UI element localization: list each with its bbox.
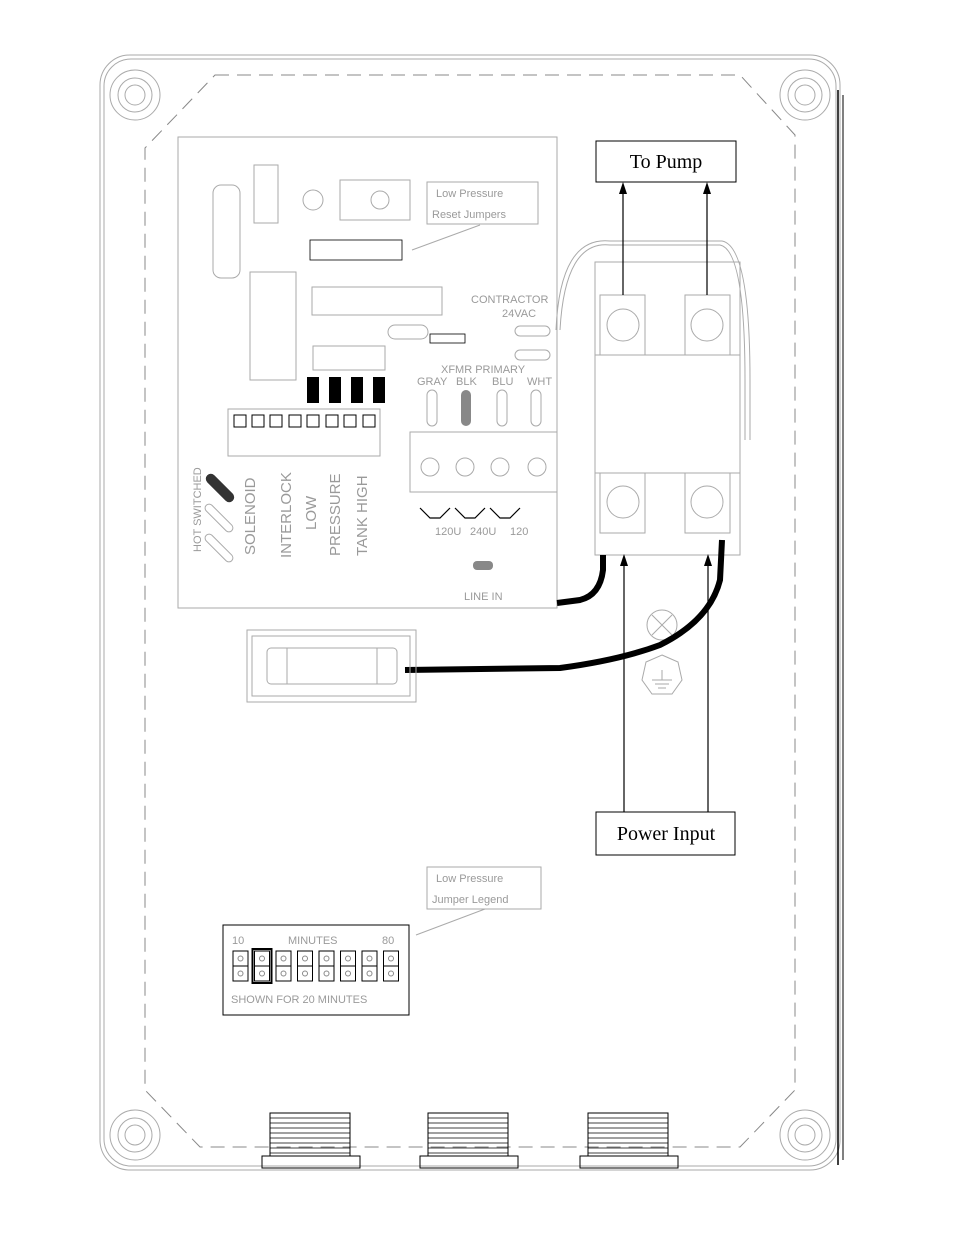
jumper-position bbox=[275, 950, 292, 982]
corner-boss bbox=[109, 69, 831, 1161]
wire-wht: WHT bbox=[527, 376, 552, 388]
power-input-label: Power Input bbox=[617, 823, 716, 845]
jumper-position bbox=[340, 950, 356, 982]
cable-gland bbox=[579, 1112, 679, 1169]
legend-title: MINUTES bbox=[288, 935, 338, 947]
note-line: Reset Jumpers bbox=[432, 209, 506, 221]
contactor bbox=[555, 240, 751, 556]
voltage-120: 120 bbox=[510, 526, 528, 538]
line-in-label: LINE IN bbox=[464, 591, 503, 603]
contactor-voltage: 24VAC bbox=[502, 308, 536, 320]
label-hot-switched: HOT SWITCHED bbox=[192, 467, 204, 552]
jumper-grid bbox=[232, 948, 399, 984]
enclosure bbox=[99, 54, 844, 1171]
jumper-position bbox=[251, 948, 273, 984]
to-pump-callout: To Pump bbox=[595, 140, 737, 295]
label-low: LOW bbox=[303, 495, 320, 530]
jumper-position bbox=[318, 950, 335, 982]
wire-gray: GRAY bbox=[417, 376, 448, 388]
resistors bbox=[307, 377, 385, 403]
wire-blk: BLK bbox=[456, 376, 477, 388]
label-tank-high: TANK HIGH bbox=[354, 475, 371, 556]
terminal-squares bbox=[233, 414, 376, 428]
jumper-position bbox=[383, 950, 399, 982]
wiring-diagram: Low Pressure Reset Jumpers CONTRACTOR 24… bbox=[99, 54, 844, 1171]
wire-blu: BLU bbox=[492, 376, 513, 388]
xfmr-label: XFMR PRIMARY bbox=[441, 364, 526, 376]
label-pressure: PRESSURE bbox=[327, 473, 344, 556]
legend-max: 80 bbox=[382, 935, 394, 947]
voltage-120u: 120U bbox=[435, 526, 461, 538]
jumper-legend: Low Pressure Jumper Legend 10 MINUTES 80… bbox=[222, 866, 542, 1016]
cable-gland bbox=[261, 1112, 361, 1169]
note-line: Low Pressure bbox=[436, 188, 503, 200]
label-interlock: INTERLOCK bbox=[278, 472, 295, 558]
legend-note-line: Low Pressure bbox=[436, 873, 503, 885]
fuse-holder bbox=[246, 629, 417, 703]
contactor-label: CONTRACTOR bbox=[471, 294, 548, 306]
cable-gland bbox=[419, 1112, 519, 1169]
jumper-position bbox=[232, 950, 249, 982]
legend-note-line: Jumper Legend bbox=[432, 894, 508, 906]
legend-min: 10 bbox=[232, 935, 244, 947]
jumper-position bbox=[361, 950, 378, 982]
cable-glands bbox=[261, 1112, 679, 1169]
voltage-240u: 240U bbox=[470, 526, 496, 538]
label-solenoid: SOLENOID bbox=[242, 477, 259, 555]
reset-jumpers-note: Low Pressure Reset Jumpers bbox=[411, 181, 539, 251]
to-pump-label: To Pump bbox=[630, 151, 703, 173]
jumper-position bbox=[297, 950, 313, 982]
legend-caption: SHOWN FOR 20 MINUTES bbox=[231, 994, 367, 1006]
